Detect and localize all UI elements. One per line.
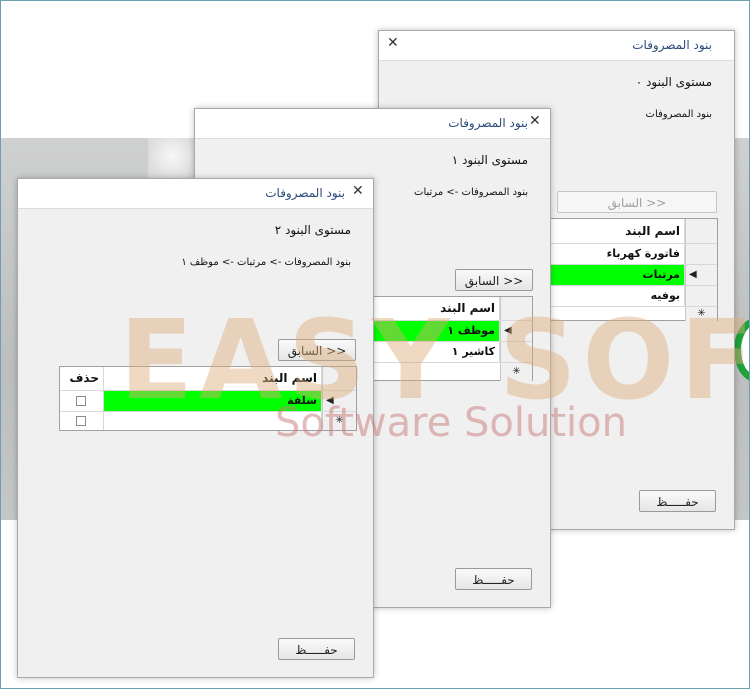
delete-checkbox[interactable] [76, 396, 86, 406]
close-icon[interactable]: ✕ [352, 183, 364, 199]
grid-header-row: حذف اسم البند [60, 367, 356, 391]
row-header[interactable] [500, 342, 532, 362]
new-row-star-icon[interactable]: ✳ [500, 363, 532, 381]
cell-item-name[interactable]: موظف ١ [374, 321, 500, 341]
column-header-name: اسم البند [374, 297, 500, 320]
back-button[interactable]: << السابق [455, 269, 533, 291]
column-header-delete: حذف [60, 367, 104, 390]
cell-delete [60, 412, 104, 430]
level-label: مستوى البنود ١ [451, 153, 528, 167]
save-button[interactable]: حفـــــظ [639, 490, 716, 512]
expense-items-window-level-2: بنود المصروفات ✕ مستوى البنود ٢ بنود الم… [17, 178, 374, 678]
cell-delete [60, 391, 104, 411]
cell-item-name-empty[interactable] [104, 412, 322, 430]
cell-item-name[interactable]: فاتورة كهرباء [550, 244, 685, 264]
title-bar: بنود المصروفات ✕ [195, 109, 550, 139]
breadcrumb: بنود المصروفات -> مرتبات [414, 187, 528, 198]
back-button[interactable]: << السابق [278, 339, 356, 361]
close-icon[interactable]: ✕ [387, 35, 399, 51]
window-title: بنود المصروفات [448, 116, 528, 130]
current-row-indicator[interactable]: ◀ [500, 321, 532, 341]
new-row-star-icon[interactable]: ✳ [685, 307, 717, 321]
cell-item-name[interactable]: سلفة [104, 391, 322, 411]
items-grid: اسم البند موظف ١ ◀ كاشير ١ ✳ [373, 296, 533, 381]
window-title: بنود المصروفات [632, 38, 712, 52]
items-grid: اسم البند فاتورة كهرباء مرتبات ◀ بوفيه ✳ [549, 218, 718, 321]
table-row-selected[interactable]: سلفة ◀ [60, 391, 356, 412]
cell-item-name[interactable]: مرتبات [550, 265, 685, 285]
row-header-corner [500, 297, 532, 320]
table-row[interactable]: كاشير ١ [374, 342, 532, 363]
column-header-name: اسم البند [550, 219, 685, 243]
title-bar: بنود المصروفات ✕ [379, 31, 734, 61]
new-row[interactable]: ✳ [374, 363, 532, 381]
table-row-selected[interactable]: موظف ١ ◀ [374, 321, 532, 342]
current-row-indicator[interactable]: ◀ [685, 265, 717, 285]
cell-item-name[interactable]: بوفيه [550, 286, 685, 306]
level-label: مستوى البنود ٠ [635, 75, 712, 89]
window-title: بنود المصروفات [265, 186, 345, 200]
new-row[interactable]: ✳ [550, 307, 717, 321]
breadcrumb: بنود المصروفات [645, 109, 712, 120]
row-header-corner [322, 367, 356, 390]
table-row-selected[interactable]: مرتبات ◀ [550, 265, 717, 286]
row-header-corner [685, 219, 717, 243]
close-icon[interactable]: ✕ [529, 113, 541, 129]
save-button[interactable]: حفـــــظ [455, 568, 532, 590]
current-row-indicator[interactable]: ◀ [322, 391, 356, 411]
grid-header-row: اسم البند [374, 297, 532, 321]
cell-item-name[interactable]: كاشير ١ [374, 342, 500, 362]
title-bar: بنود المصروفات ✕ [18, 179, 373, 209]
table-row[interactable]: فاتورة كهرباء [550, 244, 717, 265]
column-header-name: اسم البند [104, 367, 322, 390]
back-button[interactable]: << السابق [557, 191, 717, 213]
save-button[interactable]: حفـــــظ [278, 638, 355, 660]
row-header[interactable] [685, 244, 717, 264]
level-label: مستوى البنود ٢ [274, 223, 351, 237]
delete-checkbox[interactable] [76, 416, 86, 426]
items-grid: حذف اسم البند سلفة ◀ ✳ [59, 366, 357, 431]
new-row-star-icon[interactable]: ✳ [322, 412, 356, 430]
row-header[interactable] [685, 286, 717, 306]
breadcrumb: بنود المصروفات -> مرتبات -> موظف ١ [181, 257, 351, 268]
table-row[interactable]: بوفيه [550, 286, 717, 307]
grid-header-row: اسم البند [550, 219, 717, 244]
new-row[interactable]: ✳ [60, 412, 356, 430]
background-light [148, 138, 196, 183]
